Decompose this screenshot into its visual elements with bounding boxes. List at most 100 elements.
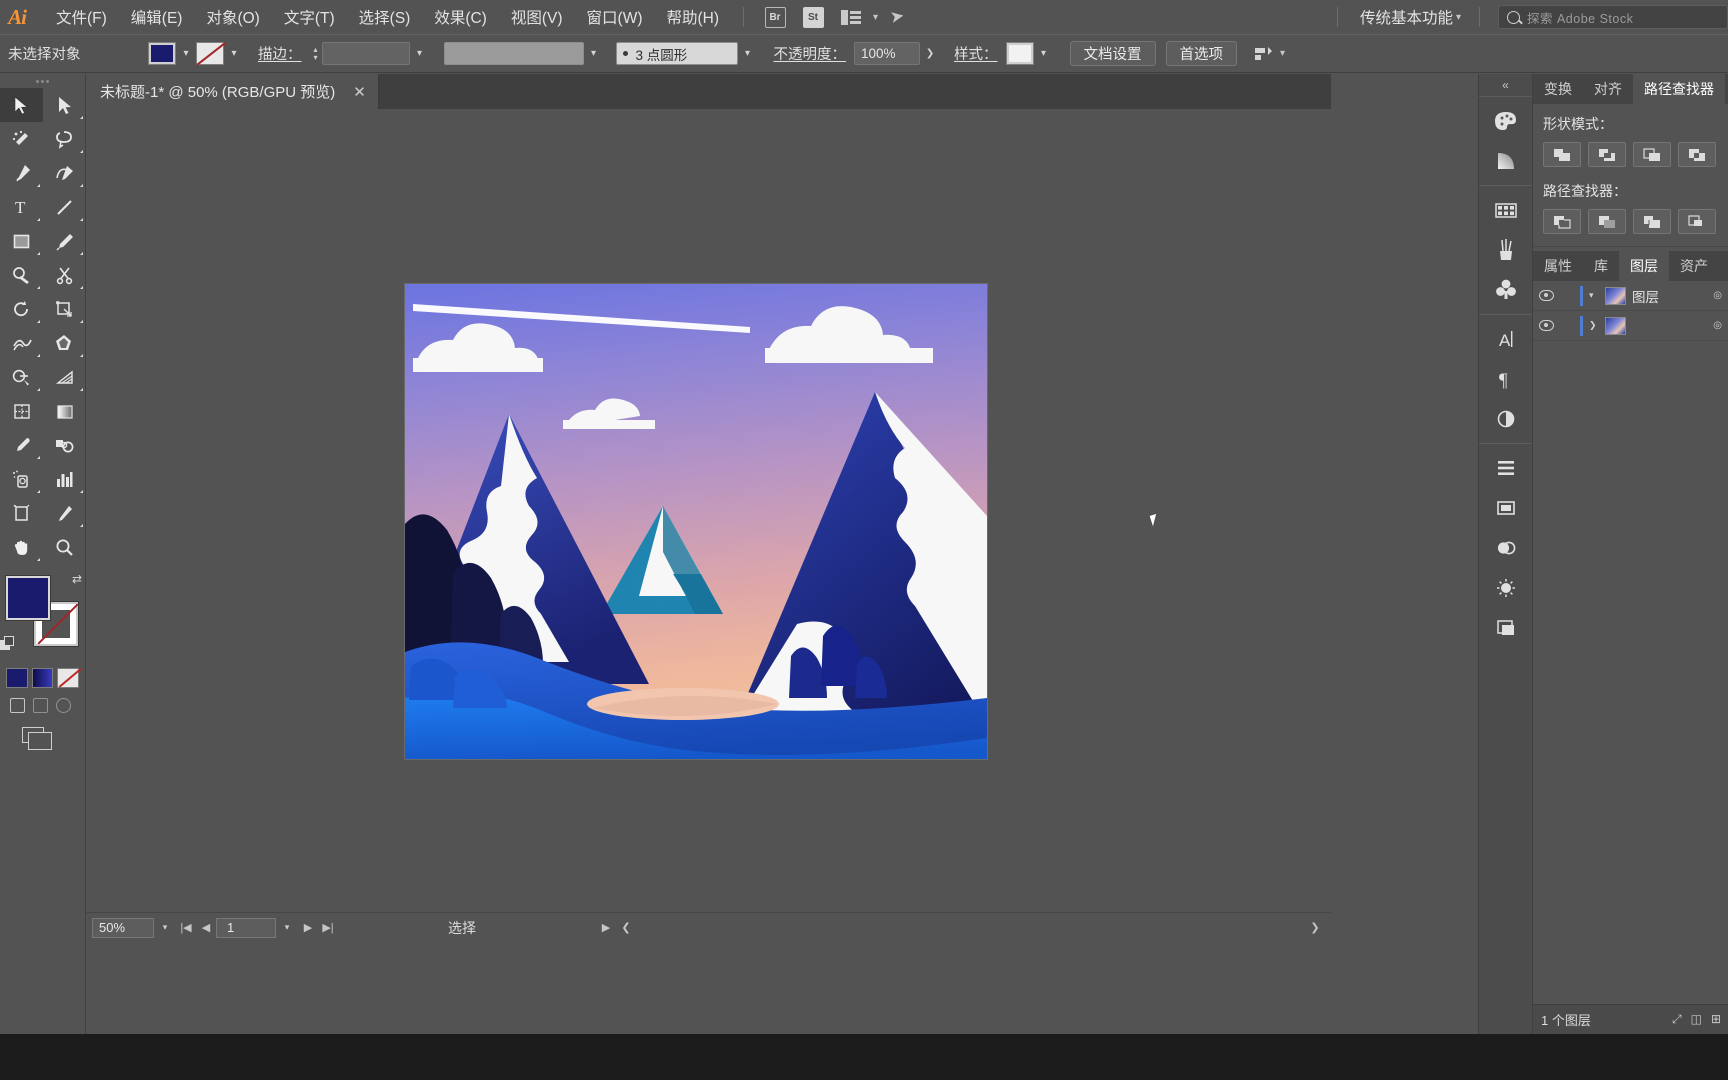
- hand-tool[interactable]: [0, 530, 43, 564]
- next-artboard-button[interactable]: ▶: [298, 918, 318, 938]
- gradient-tool[interactable]: [43, 394, 86, 428]
- draw-normal-icon[interactable]: [10, 698, 25, 713]
- trim-button[interactable]: [1588, 209, 1626, 234]
- swap-fill-stroke-icon[interactable]: ⇄: [72, 572, 82, 586]
- first-artboard-button[interactable]: |◀: [176, 918, 196, 938]
- character-panel-icon[interactable]: A: [1479, 319, 1533, 359]
- bridge-icon[interactable]: Br: [762, 6, 788, 28]
- stock-search-input[interactable]: 探索 Adobe Stock: [1498, 5, 1728, 29]
- menu-help[interactable]: 帮助(H): [654, 0, 731, 34]
- tab-properties[interactable]: 属性: [1533, 251, 1583, 281]
- tab-layers[interactable]: 图层: [1619, 251, 1669, 281]
- color-mode-solid[interactable]: [6, 668, 28, 688]
- opacity-label[interactable]: 不透明度：: [774, 43, 847, 64]
- zoom-level-field[interactable]: 50%: [92, 917, 154, 938]
- graphic-styles-panel-icon[interactable]: [1479, 568, 1533, 608]
- stroke-chevron-down-icon[interactable]: ▾: [224, 42, 244, 65]
- shape-builder-tool[interactable]: [0, 360, 43, 394]
- arrange-documents-icon[interactable]: [838, 6, 864, 28]
- image-trace-panel-icon[interactable]: [1479, 608, 1533, 648]
- make-clipping-mask-icon[interactable]: ◫: [1691, 1012, 1702, 1027]
- gradient-panel-icon[interactable]: [1479, 141, 1533, 181]
- slice-tool[interactable]: [43, 496, 86, 530]
- tab-pathfinder[interactable]: 路径查找器: [1633, 74, 1725, 104]
- transparency-panel-icon[interactable]: [1479, 399, 1533, 439]
- type-tool[interactable]: T: [0, 190, 43, 224]
- tab-libraries[interactable]: 库: [1583, 251, 1619, 281]
- style-chevron-down-icon[interactable]: ▾: [1034, 42, 1054, 65]
- artboard[interactable]: [405, 284, 987, 759]
- shaper-tool[interactable]: [0, 258, 43, 292]
- stroke-weight-field[interactable]: [321, 42, 410, 65]
- lasso-tool[interactable]: [43, 122, 86, 156]
- style-label[interactable]: 样式：: [954, 43, 998, 64]
- merge-button[interactable]: [1633, 209, 1671, 234]
- width-tool[interactable]: [0, 326, 43, 360]
- new-sublayer-icon[interactable]: ⊞: [1711, 1012, 1721, 1027]
- target-circle-icon[interactable]: ◎: [1713, 290, 1728, 301]
- default-fill-stroke-icon[interactable]: [0, 636, 16, 652]
- table-row[interactable]: ❯ ◎: [1533, 311, 1728, 341]
- eye-icon[interactable]: [1539, 320, 1554, 331]
- menu-select[interactable]: 选择(S): [347, 0, 423, 34]
- layer-name[interactable]: 图层: [1632, 286, 1659, 306]
- discover-rocket-icon[interactable]: ➤: [884, 6, 910, 28]
- menu-type[interactable]: 文字(T): [272, 0, 347, 34]
- selection-tool[interactable]: [0, 88, 43, 122]
- tab-transform[interactable]: 变换: [1533, 74, 1583, 104]
- pen-tool[interactable]: [0, 156, 43, 190]
- zoom-chevron-down-icon[interactable]: ▾: [154, 918, 176, 938]
- toolbar-grip[interactable]: [0, 74, 85, 88]
- color-panel-icon[interactable]: [1479, 101, 1533, 141]
- fill-chevron-down-icon[interactable]: ▾: [176, 42, 196, 65]
- color-mode-gradient[interactable]: [31, 668, 54, 688]
- last-artboard-button[interactable]: ▶|: [318, 918, 338, 938]
- status-expand-icon[interactable]: ❯: [1305, 918, 1325, 938]
- menu-effect[interactable]: 效果(C): [422, 0, 499, 34]
- curvature-tool[interactable]: [43, 156, 86, 190]
- stroke-weight-stepper[interactable]: ▴ ▾: [314, 46, 318, 62]
- color-mode-none[interactable]: [57, 668, 80, 688]
- artboard-tool[interactable]: [0, 496, 43, 530]
- graphic-style-swatch[interactable]: [1005, 42, 1034, 65]
- swatches-panel-icon[interactable]: [1479, 190, 1533, 230]
- paintbrush-tool[interactable]: [43, 224, 86, 258]
- arrange-chevron-down-icon[interactable]: ▾: [873, 12, 878, 23]
- column-graph-tool[interactable]: [43, 462, 86, 496]
- rotate-tool[interactable]: [0, 292, 43, 326]
- minus-front-button[interactable]: [1588, 142, 1626, 167]
- artboard-chevron-down-icon[interactable]: ▾: [276, 918, 298, 938]
- table-row[interactable]: ▾ 图层 ◎: [1533, 281, 1728, 311]
- stroke-profile-field[interactable]: [443, 42, 584, 65]
- brushes-panel-icon[interactable]: [1479, 230, 1533, 270]
- close-icon[interactable]: ✕: [349, 83, 370, 101]
- symbols-panel-icon[interactable]: [1479, 270, 1533, 310]
- perspective-grid-tool[interactable]: [43, 360, 86, 394]
- symbol-sprayer-tool[interactable]: [0, 462, 43, 496]
- draw-behind-icon[interactable]: [33, 698, 48, 713]
- crop-button[interactable]: [1678, 209, 1716, 234]
- stroke-weight-label[interactable]: 描边：: [258, 43, 302, 64]
- collapse-panels-icon[interactable]: «: [1479, 74, 1532, 96]
- brush-definition-field[interactable]: 3 点圆形: [615, 42, 738, 65]
- zoom-tool[interactable]: [43, 530, 86, 564]
- magic-wand-tool[interactable]: [0, 122, 43, 156]
- locate-object-icon[interactable]: ⤢: [1672, 1012, 1682, 1027]
- opacity-expand-icon[interactable]: ❯: [920, 42, 940, 65]
- artboards-panel-icon[interactable]: [1479, 488, 1533, 528]
- status-menu-prev-icon[interactable]: ❮: [616, 918, 636, 938]
- menu-window[interactable]: 窗口(W): [575, 0, 655, 34]
- tab-align[interactable]: 对齐: [1583, 74, 1633, 104]
- stock-icon[interactable]: St: [800, 6, 826, 28]
- toolbar-fill-swatch[interactable]: [6, 576, 50, 620]
- tab-assets[interactable]: 资产: [1669, 251, 1719, 281]
- paragraph-panel-icon[interactable]: ¶: [1479, 359, 1533, 399]
- scale-tool[interactable]: [43, 292, 86, 326]
- align-to-selection-control[interactable]: ▾: [1253, 45, 1285, 63]
- menu-view[interactable]: 视图(V): [499, 0, 575, 34]
- fill-color-swatch[interactable]: [148, 42, 176, 65]
- appearance-panel-icon[interactable]: [1479, 528, 1533, 568]
- line-segment-tool[interactable]: [43, 190, 86, 224]
- canvas-area[interactable]: [86, 109, 1331, 912]
- blend-tool[interactable]: [43, 428, 86, 462]
